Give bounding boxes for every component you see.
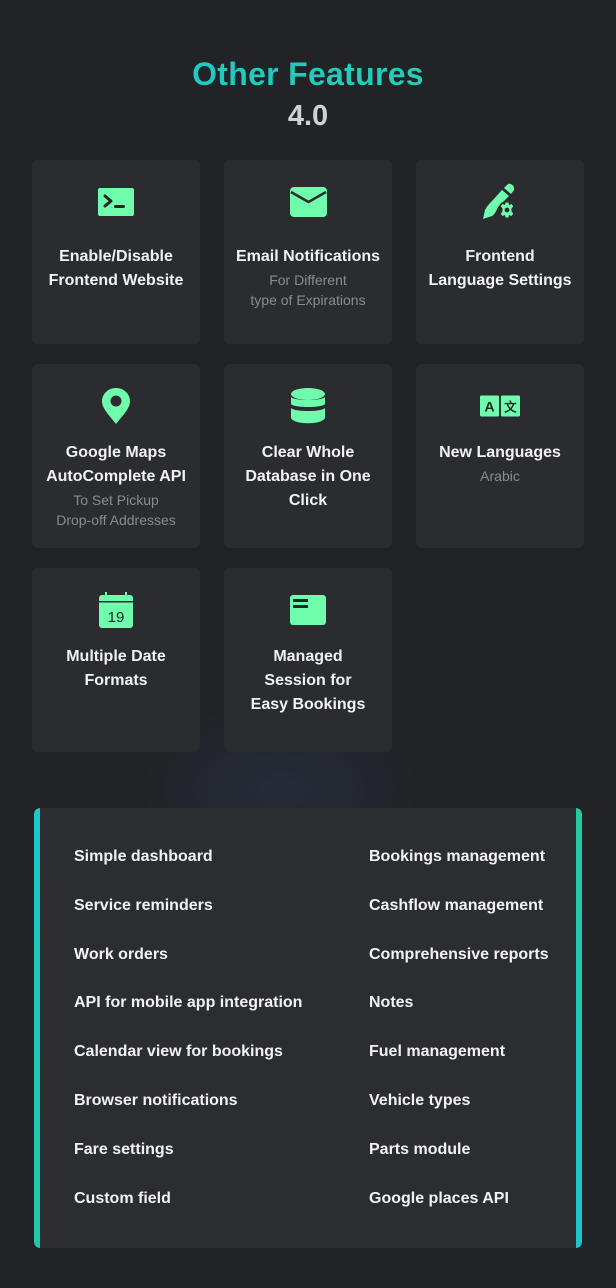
list-item: Calendar view for bookings bbox=[74, 1043, 283, 1061]
svg-text:19: 19 bbox=[108, 609, 125, 626]
feature-title: Managed Session for Easy Bookings bbox=[250, 648, 366, 713]
list-item: API for mobile app integration bbox=[74, 994, 303, 1012]
list-item: Service reminders bbox=[74, 896, 213, 914]
database-icon bbox=[288, 386, 328, 426]
list-item: Cashflow management bbox=[369, 896, 544, 914]
feature-card-language-settings: Frontend Language Settings bbox=[416, 160, 584, 344]
feature-title: Email Notifications For Different type o… bbox=[228, 245, 388, 310]
translate-icon: A 文 bbox=[480, 386, 520, 426]
list-item: Parts module bbox=[369, 1140, 471, 1158]
feature-card-new-languages: A 文 New Languages Arabic bbox=[416, 364, 584, 548]
list-item: Browser notifications bbox=[74, 1091, 238, 1109]
list-item: Vehicle types bbox=[369, 1091, 471, 1109]
envelope-icon bbox=[288, 182, 328, 222]
svg-text:A: A bbox=[484, 400, 494, 416]
feature-list-right: Bookings management Cashflow management … bbox=[369, 844, 549, 1234]
svg-text:文: 文 bbox=[504, 400, 517, 415]
feature-list-panel: Simple dashboard Service reminders Work … bbox=[34, 808, 582, 1248]
terminal-icon bbox=[96, 182, 136, 222]
list-item: Custom field bbox=[74, 1189, 171, 1207]
list-item: Fare settings bbox=[74, 1140, 174, 1158]
feature-title: Frontend Language Settings bbox=[428, 248, 572, 289]
list-item: Google places API bbox=[369, 1189, 509, 1207]
list-item: Work orders bbox=[74, 945, 168, 963]
list-item: Comprehensive reports bbox=[369, 945, 549, 963]
list-item: Notes bbox=[369, 994, 414, 1012]
list-item: Bookings management bbox=[369, 848, 546, 865]
features-grid: Enable/Disable Frontend Website Email No… bbox=[32, 160, 584, 752]
version-label: 4.0 bbox=[287, 100, 329, 132]
feature-card-managed-session: Managed Session for Easy Bookings bbox=[224, 568, 392, 752]
feature-card-frontend-website: Enable/Disable Frontend Website bbox=[32, 160, 200, 344]
calendar-icon: 19 bbox=[96, 590, 136, 630]
feature-title: New Languages Arabic bbox=[420, 441, 580, 486]
feature-list-left: Simple dashboard Service reminders Work … bbox=[74, 844, 302, 1234]
feature-title: Clear Whole Database in One Click bbox=[245, 444, 371, 509]
feature-card-date-formats: 19 Multiple Date Formats bbox=[32, 568, 200, 752]
feature-subtitle: For Different type of Expirations bbox=[250, 272, 366, 308]
accent-bar-right bbox=[576, 808, 582, 1248]
list-item: Fuel management bbox=[369, 1043, 506, 1061]
feature-card-clear-database: Clear Whole Database in One Click bbox=[224, 364, 392, 548]
feature-title: Enable/Disable Frontend Website bbox=[48, 248, 184, 289]
feature-subtitle: Arabic bbox=[480, 468, 520, 484]
feature-card-email-notifications: Email Notifications For Different type o… bbox=[224, 160, 392, 344]
session-card-icon bbox=[288, 590, 328, 630]
map-pin-icon bbox=[96, 386, 136, 426]
feature-title: Google Maps AutoComplete API To Set Pick… bbox=[36, 441, 196, 530]
accent-bar-left bbox=[34, 808, 40, 1248]
list-item: Simple dashboard bbox=[74, 848, 213, 865]
feature-subtitle: To Set Pickup Drop-off Addresses bbox=[56, 492, 176, 528]
feature-card-google-maps: Google Maps AutoComplete API To Set Pick… bbox=[32, 364, 200, 548]
feature-title: Multiple Date Formats bbox=[66, 648, 166, 689]
section-title: Other Features bbox=[0, 56, 616, 93]
pen-gear-icon bbox=[480, 182, 520, 222]
